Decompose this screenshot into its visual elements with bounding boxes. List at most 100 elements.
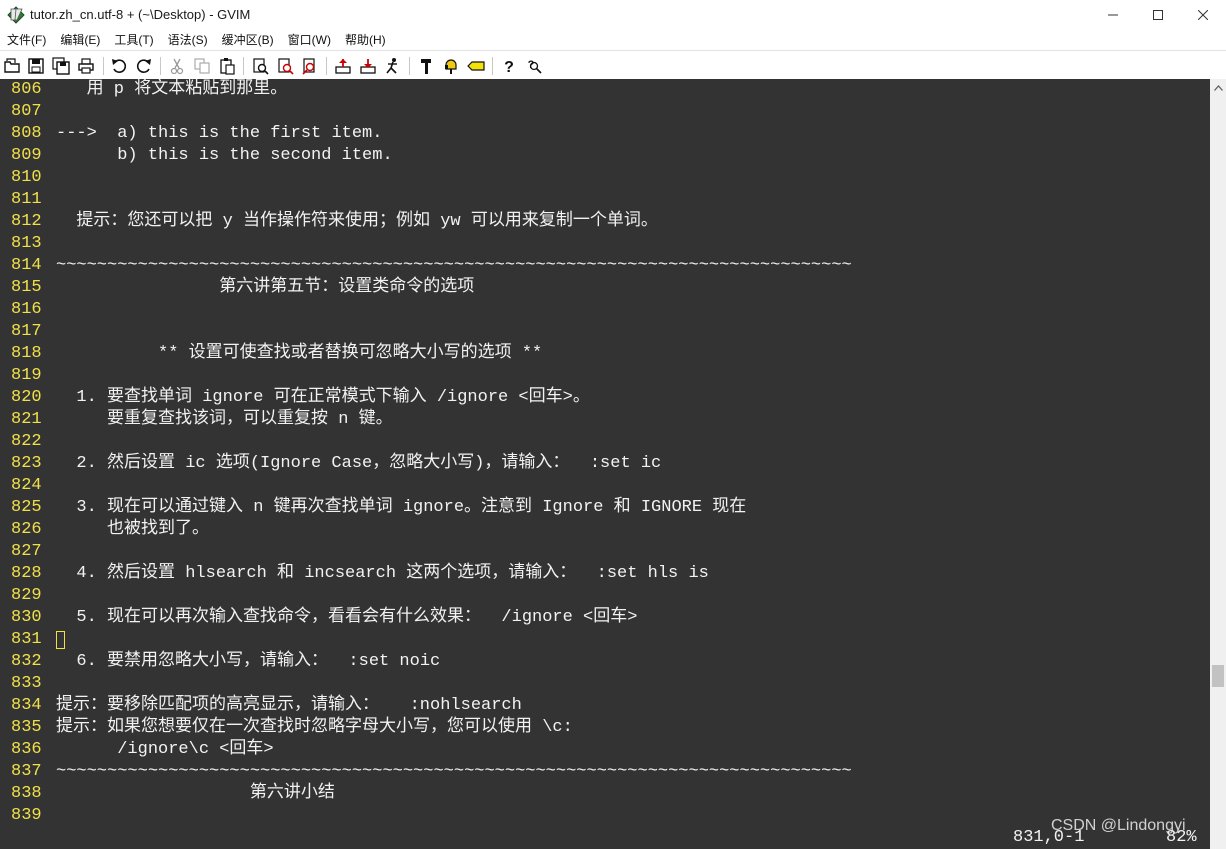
- editor-line[interactable]: 838 第六讲小结: [0, 783, 1210, 805]
- line-number: 811: [11, 190, 42, 209]
- build-tags-button[interactable]: [440, 55, 462, 77]
- editor-line[interactable]: 825 3. 现在可以通过键入 n 键再次查找单词 ignore。注意到 Ign…: [0, 497, 1210, 519]
- copy-button[interactable]: [191, 55, 213, 77]
- load-session-icon: [334, 57, 352, 75]
- editor-line[interactable]: 823 2. 然后设置 ic 选项(Ignore Case，忽略大小写)，请输入…: [0, 453, 1210, 475]
- find-replace-icon: [251, 57, 269, 75]
- paste-icon: [218, 57, 236, 75]
- editor-line[interactable]: 832 6. 要禁用忽略大小写，请输入： :set noic: [0, 651, 1210, 673]
- open-button[interactable]: [1, 55, 23, 77]
- menu-edit[interactable]: 编辑(E): [53, 30, 107, 50]
- editor-line[interactable]: 833: [0, 673, 1210, 695]
- undo-button[interactable]: [108, 55, 130, 77]
- close-button[interactable]: [1180, 0, 1226, 30]
- line-number: 813: [11, 234, 42, 253]
- editor-line[interactable]: 808 ---> a) this is the first item.: [0, 123, 1210, 145]
- make-button[interactable]: [415, 55, 437, 77]
- line-text: 提示：如果您想要仅在一次查找时忽略字母大小写，您可以使用 \c:: [56, 718, 573, 737]
- toolbar-separator: [409, 57, 410, 75]
- line-number: 819: [11, 366, 42, 385]
- scrollbar-thumb[interactable]: [1212, 665, 1224, 687]
- editor-line[interactable]: 834 提示：要移除匹配项的高亮显示，请输入： :nohlsearch: [0, 695, 1210, 717]
- editor-line[interactable]: 835 提示：如果您想要仅在一次查找时忽略字母大小写，您可以使用 \c:: [0, 717, 1210, 739]
- editor-line[interactable]: 811: [0, 189, 1210, 211]
- editor-line[interactable]: 839: [0, 805, 1210, 827]
- menu-tools[interactable]: 工具(T): [107, 30, 160, 50]
- open-icon: [3, 57, 21, 75]
- find-prev-button[interactable]: [299, 55, 321, 77]
- save-all-button[interactable]: [50, 55, 72, 77]
- print-button[interactable]: [75, 55, 97, 77]
- editor-line[interactable]: 813: [0, 233, 1210, 255]
- line-number: 820: [11, 388, 42, 407]
- editor-line[interactable]: 822: [0, 431, 1210, 453]
- redo-button[interactable]: [133, 55, 155, 77]
- editor-line[interactable]: 819: [0, 365, 1210, 387]
- editor-line[interactable]: 816: [0, 299, 1210, 321]
- line-number: 815: [11, 278, 42, 297]
- minimize-button[interactable]: [1090, 0, 1136, 30]
- line-number: 826: [11, 520, 42, 539]
- run-script-button[interactable]: [382, 55, 404, 77]
- line-number: 828: [11, 564, 42, 583]
- save-all-icon: [52, 57, 70, 75]
- maximize-button[interactable]: [1135, 0, 1181, 30]
- editor-line[interactable]: 830 5. 现在可以再次输入查找命令，看看会有什么效果： /ignore <回…: [0, 607, 1210, 629]
- menu-window[interactable]: 窗口(W): [281, 30, 338, 50]
- editor-line[interactable]: 827: [0, 541, 1210, 563]
- editor-line[interactable]: 820 1. 要查找单词 ignore 可在正常模式下输入 /ignore <回…: [0, 387, 1210, 409]
- toolbar-separator: [160, 57, 161, 75]
- vertical-scrollbar[interactable]: [1210, 79, 1226, 849]
- editor-line[interactable]: 807: [0, 101, 1210, 123]
- line-text: ~~~~~~~~~~~~~~~~~~~~~~~~~~~~~~~~~~~~~~~~…: [56, 256, 852, 275]
- editor-line[interactable]: 836 /ignore\c <回车>: [0, 739, 1210, 761]
- line-number: 823: [11, 454, 42, 473]
- redo-icon: [135, 57, 153, 75]
- scroll-up-button[interactable]: [1210, 79, 1226, 95]
- gvim-app-icon[interactable]: [7, 6, 25, 24]
- line-number: 824: [11, 476, 42, 495]
- find-help-button[interactable]: ?: [523, 55, 545, 77]
- editor-line[interactable]: 829: [0, 585, 1210, 607]
- print-icon: [77, 57, 95, 75]
- paste-button[interactable]: [216, 55, 238, 77]
- editor-line[interactable]: 810: [0, 167, 1210, 189]
- editor-line[interactable]: 814 ~~~~~~~~~~~~~~~~~~~~~~~~~~~~~~~~~~~~~…: [0, 255, 1210, 277]
- editor-line[interactable]: 828 4. 然后设置 hlsearch 和 incsearch 这两个选项，请…: [0, 563, 1210, 585]
- line-number: 821: [11, 410, 42, 429]
- editor-line[interactable]: 837 ~~~~~~~~~~~~~~~~~~~~~~~~~~~~~~~~~~~~~…: [0, 761, 1210, 783]
- menu-buffers[interactable]: 缓冲区(B): [215, 30, 281, 50]
- find-next-button[interactable]: [274, 55, 296, 77]
- jump-tag-button[interactable]: [465, 55, 487, 77]
- save-session-button[interactable]: [357, 55, 379, 77]
- line-number: 817: [11, 322, 42, 341]
- menu-help[interactable]: 帮助(H): [338, 30, 393, 50]
- undo-icon: [110, 57, 128, 75]
- line-number: 839: [11, 806, 42, 825]
- editor-line[interactable]: 824: [0, 475, 1210, 497]
- editor-line[interactable]: 812 提示：您还可以把 y 当作操作符来使用；例如 yw 可以用来复制一个单词…: [0, 211, 1210, 233]
- help-button[interactable]: ?: [498, 55, 520, 77]
- editor-line[interactable]: 809 b) this is the second item.: [0, 145, 1210, 167]
- editor-line[interactable]: 806 用 p 将文本粘贴到那里。: [0, 79, 1210, 101]
- cut-button[interactable]: [166, 55, 188, 77]
- line-number: 834: [11, 696, 42, 715]
- editor-line[interactable]: 817: [0, 321, 1210, 343]
- editor-line[interactable]: 815 第六讲第五节：设置类命令的选项: [0, 277, 1210, 299]
- editor-line[interactable]: 818 ** 设置可使查找或者替换可忽略大小写的选项 **: [0, 343, 1210, 365]
- editor-line[interactable]: 831: [0, 629, 1210, 651]
- line-text: 1. 要查找单词 ignore 可在正常模式下输入 /ignore <回车>。: [56, 388, 590, 407]
- editor-area[interactable]: 839 838 第六讲小结 837 ~~~~~~~~~~~~~~~~~~~~~~~~~…: [0, 79, 1210, 849]
- save-session-icon: [359, 57, 377, 75]
- save-button[interactable]: [25, 55, 47, 77]
- find-replace-button[interactable]: [249, 55, 271, 77]
- editor-line[interactable]: 821 要重复查找该词，可以重复按 n 键。: [0, 409, 1210, 431]
- make-icon: [417, 57, 435, 75]
- line-number: 831: [11, 630, 42, 649]
- menu-syntax[interactable]: 语法(S): [161, 30, 215, 50]
- editor-line[interactable]: 826 也被找到了。: [0, 519, 1210, 541]
- line-number: 832: [11, 652, 42, 671]
- load-session-button[interactable]: [332, 55, 354, 77]
- line-number: 810: [11, 168, 42, 187]
- menu-file[interactable]: 文件(F): [0, 30, 53, 50]
